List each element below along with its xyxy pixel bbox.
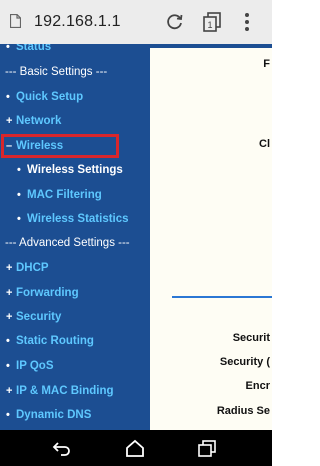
section-advanced-settings: --- Advanced Settings ---: [5, 237, 130, 249]
clipped-label-radius: Radius Se: [216, 405, 270, 417]
sidebar-item-static-routing[interactable]: • Static Routing: [6, 335, 94, 355]
url-text[interactable]: 192.168.1.1: [34, 13, 121, 31]
address-bar: 192.168.1.1 1: [0, 0, 272, 45]
reload-icon[interactable]: [166, 13, 184, 31]
back-icon[interactable]: [52, 439, 72, 457]
system-nav-bar: [0, 430, 272, 466]
clipped-label-security: Securit: [232, 332, 270, 344]
sidebar-item-network[interactable]: + Network: [6, 115, 61, 135]
section-basic-settings: --- Basic Settings ---: [5, 66, 108, 78]
clipped-label-2: Cl: [259, 138, 270, 150]
main-content: F Cl Securit Security ( Encr Radius Se: [150, 44, 272, 430]
section-divider: [172, 296, 272, 298]
sidebar-item-status[interactable]: • Status: [6, 44, 51, 61]
sidebar-item-ip-mac-binding[interactable]: + IP & MAC Binding: [6, 385, 114, 405]
sidebar-subitem-wireless-settings[interactable]: • Wireless Settings: [17, 164, 123, 184]
sidebar-item-ip-qos[interactable]: • IP QoS: [6, 360, 54, 380]
sidebar-item-quick-setup[interactable]: • Quick Setup: [6, 91, 83, 111]
sidebar-item-security[interactable]: + Security: [6, 311, 61, 331]
sidebar-menu: • Status --- Basic Settings --- • Quick Se…: [0, 44, 150, 430]
sidebar-subitem-mac-filtering[interactable]: • MAC Filtering: [17, 189, 102, 209]
home-icon[interactable]: [125, 439, 145, 457]
clipped-label-encryption: Encr: [245, 380, 270, 392]
page-icon: [10, 14, 21, 28]
sidebar-item-dhcp[interactable]: + DHCP: [6, 262, 49, 282]
tab-count: 1: [207, 20, 212, 30]
tab-switcher-icon[interactable]: 1: [203, 12, 221, 32]
sidebar-item-dynamic-dns[interactable]: • Dynamic DNS: [6, 409, 91, 429]
sidebar-subitem-wireless-statistics[interactable]: • Wireless Statistics: [17, 213, 129, 233]
recent-apps-icon[interactable]: [197, 439, 217, 457]
content-top-border: [150, 44, 272, 48]
sidebar-item-wireless[interactable]: – Wireless: [6, 140, 63, 160]
clipped-label-1: F: [263, 58, 270, 70]
more-menu-icon[interactable]: [244, 12, 250, 32]
sidebar-item-forwarding[interactable]: + Forwarding: [6, 287, 79, 307]
clipped-label-security-option: Security (: [219, 356, 270, 368]
